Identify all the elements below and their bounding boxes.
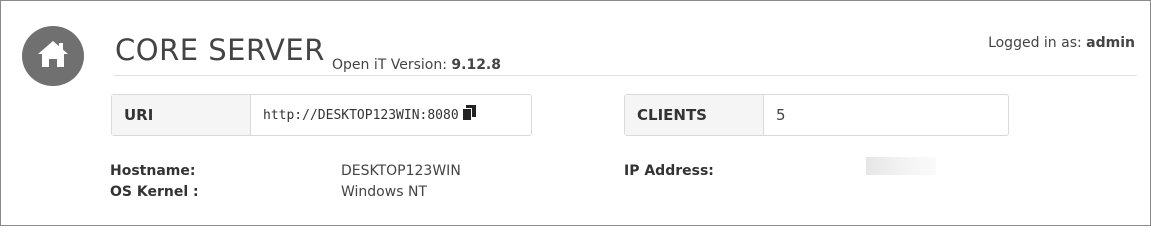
kernel-label: OS Kernel : [110,184,199,200]
version-value: 9.12.8 [451,57,501,73]
page-title: CORE SERVER [115,33,325,67]
copy-uri-button[interactable] [461,105,476,125]
ip-value-redacted [866,157,936,175]
home-button[interactable] [22,26,84,86]
uri-box: URI http://DESKTOP123WIN:8080 [111,94,532,136]
ip-label: IP Address: [624,163,714,179]
hostname-value: DESKTOP123WIN [341,163,461,179]
version-info: Open iT Version: 9.12.8 [332,57,501,73]
clients-value: 5 [776,106,786,124]
uri-value: http://DESKTOP123WIN:8080 [263,107,459,123]
header-divider [114,75,1137,76]
logged-user[interactable]: admin [1086,35,1135,51]
copy-icon [461,105,476,125]
uri-label: URI [112,95,251,135]
version-label: Open iT Version: [332,57,452,73]
logged-label: Logged in as: [988,35,1087,51]
uri-value-cell: http://DESKTOP123WIN:8080 [251,95,531,135]
clients-box: CLIENTS 5 [624,94,1009,136]
core-server-panel: CORE SERVER Open iT Version: 9.12.8 Logg… [0,0,1151,226]
kernel-value: Windows NT [341,184,427,200]
home-icon [36,39,70,73]
logged-in-info: Logged in as: admin [988,35,1135,51]
clients-label: CLIENTS [625,95,764,135]
hostname-label: Hostname: [110,163,196,179]
